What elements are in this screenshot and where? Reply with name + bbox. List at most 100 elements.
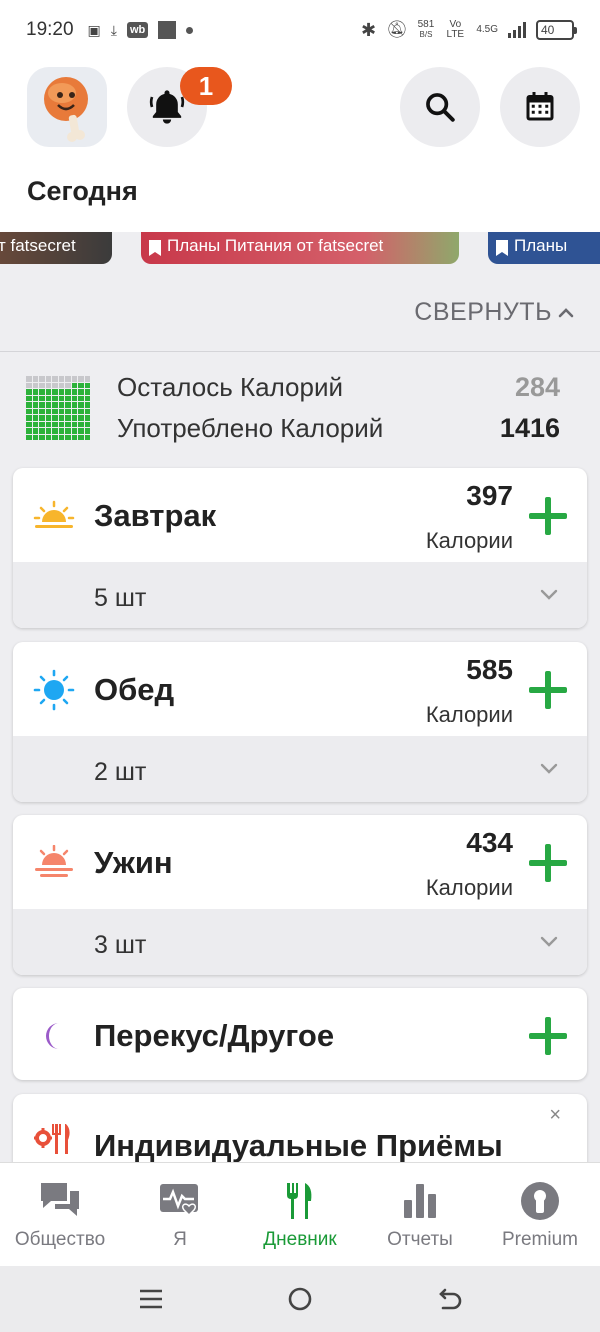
calorie-grid-cell: [52, 395, 58, 401]
calorie-grid-cell: [26, 402, 32, 408]
remaining-calories-value: 284: [514, 372, 560, 402]
calorie-grid-cell: [84, 395, 90, 401]
calorie-grid-cell: [58, 434, 64, 440]
search-button[interactable]: [400, 67, 480, 147]
calorie-grid-cell: [58, 402, 64, 408]
meal-title: Обед: [94, 672, 175, 707]
nav-community[interactable]: Общество: [0, 1163, 120, 1266]
calorie-grid-cell: [32, 376, 38, 382]
nav-me[interactable]: Я: [120, 1163, 240, 1266]
add-food-button[interactable]: [529, 671, 567, 709]
calorie-grid-cell: [52, 402, 58, 408]
meal-items-toggle[interactable]: 5 шт: [13, 562, 587, 628]
calorie-grid-cell: [45, 395, 51, 401]
calorie-grid-cell: [39, 389, 45, 395]
add-food-button[interactable]: [529, 497, 567, 535]
calorie-grid-cell: [84, 376, 90, 382]
calorie-grid-cell: [52, 428, 58, 434]
system-navigation-bar: [0, 1266, 600, 1332]
net-speed-unit: B/S: [419, 30, 433, 39]
banner-item[interactable]: Планы: [488, 232, 600, 264]
calorie-grid-cell: [65, 408, 71, 414]
calorie-grid-cell: [32, 421, 38, 427]
banner-item[interactable]: Планы Питания от fatsecret: [141, 232, 459, 264]
calorie-grid-cell: [65, 421, 71, 427]
square-app-icon: [158, 21, 177, 39]
calorie-grid-cell: [65, 382, 71, 388]
calorie-progress-grid: [26, 376, 90, 440]
calorie-grid-cell: [45, 421, 51, 427]
avatar[interactable]: [27, 67, 107, 147]
status-time: 19:20: [26, 19, 74, 40]
search-icon: [426, 93, 455, 122]
calorie-grid-cell: [84, 382, 90, 388]
calorie-grid-cell: [65, 376, 71, 382]
calorie-grid-cell: [65, 395, 71, 401]
calorie-grid-cell: [78, 434, 84, 440]
calorie-grid-cell: [39, 415, 45, 421]
calorie-grid-cell: [65, 389, 71, 395]
back-icon[interactable]: [437, 1286, 463, 1312]
meal-items-toggle[interactable]: 2 шт: [13, 736, 587, 802]
meal-title: Ужин: [94, 845, 173, 880]
calorie-grid-cell: [84, 421, 90, 427]
meal-card-snack[interactable]: Перекус/Другое: [13, 988, 587, 1080]
collapse-button[interactable]: СВЕРНУТЬ: [414, 298, 574, 327]
nav-premium[interactable]: Premium: [480, 1163, 600, 1266]
calorie-grid-cell: [26, 382, 32, 388]
signal-icon: [508, 22, 526, 38]
volte-label: Vo LTE: [446, 19, 465, 40]
mute-icon: 🔕︎: [386, 20, 408, 39]
premium-icon: [518, 1179, 562, 1223]
net-speed: 581 B/S: [418, 20, 435, 40]
calorie-grid-cell: [32, 382, 38, 388]
meal-card-dinner[interactable]: Ужин 434 Калории 3 шт: [13, 815, 587, 975]
calorie-grid-cell: [71, 428, 77, 434]
calorie-grid-cell: [32, 402, 38, 408]
consumed-calories-label: Употреблено Калорий: [117, 413, 384, 443]
menu-icon[interactable]: [138, 1286, 164, 1312]
nav-diary[interactable]: Дневник: [240, 1163, 360, 1266]
calorie-grid-cell: [71, 434, 77, 440]
close-icon[interactable]: ×: [549, 1104, 561, 1127]
meal-card-breakfast[interactable]: Завтрак 397 Калории 5 шт: [13, 468, 587, 628]
bottom-navigation: Общество Я Дневник Отчеты Premium: [0, 1162, 600, 1266]
nav-label: Дневник: [263, 1229, 337, 1250]
remaining-calories-label: Осталось Калорий: [117, 372, 344, 402]
meal-card-lunch[interactable]: Обед 585 Калории 2 шт: [13, 642, 587, 802]
calorie-grid-cell: [39, 402, 45, 408]
nav-reports[interactable]: Отчеты: [360, 1163, 480, 1266]
page-title: Сегодня: [27, 176, 138, 206]
calorie-grid-cell: [26, 376, 32, 382]
calendar-button[interactable]: [500, 67, 580, 147]
battery-level: 40: [541, 23, 555, 37]
banner-carousel[interactable]: т fatsecret Планы Питания от fatsecret П…: [0, 232, 600, 266]
calorie-grid-cell: [26, 408, 32, 414]
calorie-grid-cell: [32, 434, 38, 440]
divider: [0, 351, 600, 352]
calorie-grid-cell: [32, 428, 38, 434]
banner-item[interactable]: т fatsecret: [0, 232, 112, 264]
calorie-grid-cell: [52, 415, 58, 421]
calorie-grid-cell: [52, 421, 58, 427]
meal-items-toggle[interactable]: 3 шт: [13, 909, 587, 975]
status-bar: 19:20 ▣ ⤓ wb ✱ 🔕︎ 581 B/S Vo LTE 4.5G 40: [0, 0, 600, 60]
meal-item-count: 2 шт: [94, 758, 147, 786]
meal-title: Завтрак: [94, 498, 217, 533]
calorie-grid-cell: [71, 376, 77, 382]
calorie-grid-cell: [78, 376, 84, 382]
sunset-icon: [33, 843, 75, 883]
bar-chart-icon: [398, 1179, 442, 1223]
chicken-leg-avatar-icon: [44, 77, 88, 142]
nfc-icon: ▣: [87, 21, 101, 38]
calorie-grid-cell: [32, 415, 38, 421]
sunrise-icon: [33, 496, 75, 536]
add-food-button[interactable]: [529, 844, 567, 882]
calorie-grid-cell: [45, 389, 51, 395]
calorie-grid-cell: [58, 408, 64, 414]
calorie-grid-cell: [52, 382, 58, 388]
home-icon[interactable]: [287, 1286, 313, 1312]
calorie-grid-cell: [65, 402, 71, 408]
add-food-button[interactable]: [529, 1017, 567, 1055]
meal-calories-unit: Калории: [425, 702, 513, 727]
